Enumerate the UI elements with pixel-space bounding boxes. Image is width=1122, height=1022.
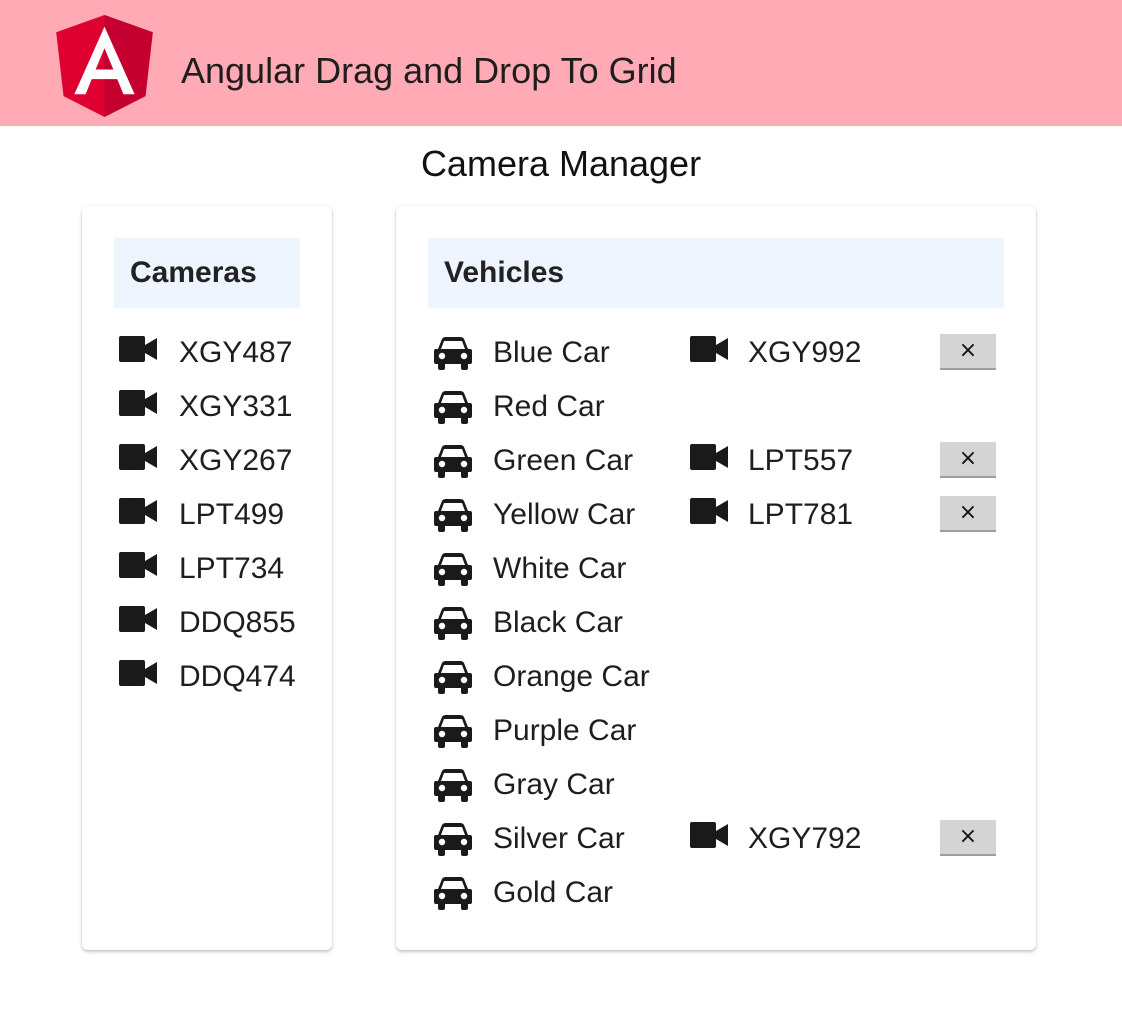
assigned-camera-label: XGY792	[748, 822, 862, 855]
car-icon	[433, 444, 473, 478]
camera-item[interactable]: DDQ474	[119, 650, 296, 704]
assigned-camera-label: LPT557	[748, 444, 854, 477]
camera-item[interactable]: XGY331	[119, 380, 292, 434]
vehicle-label: Red Car	[493, 390, 605, 423]
app-title: Angular Drag and Drop To Grid	[181, 50, 677, 91]
vehicle-item[interactable]: Yellow Car	[433, 488, 635, 542]
vehicle-label: Gold Car	[493, 876, 614, 909]
assigned-camera[interactable]: XGY992	[690, 326, 861, 380]
video-camera-icon	[119, 552, 157, 578]
video-camera-icon	[119, 606, 157, 632]
video-camera-icon	[119, 660, 157, 686]
camera-label: DDQ474	[179, 660, 296, 693]
video-camera-icon	[690, 822, 728, 848]
car-icon	[433, 498, 473, 532]
vehicle-item[interactable]: Orange Car	[433, 650, 650, 704]
video-camera-icon	[119, 444, 157, 470]
camera-label: DDQ855	[179, 606, 296, 639]
video-camera-icon	[690, 336, 728, 362]
remove-camera-button[interactable]: ×	[940, 334, 996, 370]
car-icon	[433, 714, 473, 748]
vehicles-panel: Vehicles Blue Car XGY992 × Red Car Green Car…	[396, 206, 1036, 950]
car-icon	[433, 660, 473, 694]
vehicles-heading: Vehicles	[428, 238, 1004, 308]
vehicle-item[interactable]: Gold Car	[433, 866, 613, 920]
vehicle-item[interactable]: Gray Car	[433, 758, 615, 812]
vehicle-item[interactable]: Green Car	[433, 434, 633, 488]
car-icon	[433, 390, 473, 424]
vehicle-label: Black Car	[493, 606, 624, 639]
car-icon	[433, 768, 473, 802]
vehicle-label: White Car	[493, 552, 627, 585]
remove-camera-button[interactable]: ×	[940, 442, 996, 478]
video-camera-icon	[119, 498, 157, 524]
camera-label: LPT734	[179, 552, 285, 585]
car-icon	[433, 336, 473, 370]
vehicle-label: Green Car	[493, 444, 634, 477]
car-icon	[433, 606, 473, 640]
video-camera-icon	[119, 390, 157, 416]
vehicle-item[interactable]: White Car	[433, 542, 626, 596]
assigned-camera-label: XGY992	[748, 336, 862, 369]
page-title: Camera Manager	[420, 143, 702, 184]
vehicle-item[interactable]: Blue Car	[433, 326, 610, 380]
vehicle-label: Gray Car	[493, 768, 615, 801]
vehicle-label: Purple Car	[493, 714, 637, 747]
vehicle-item[interactable]: Red Car	[433, 380, 605, 434]
car-icon	[433, 552, 473, 586]
camera-item[interactable]: XGY487	[119, 326, 292, 380]
angular-logo-icon	[56, 15, 153, 117]
assigned-camera-label: LPT781	[748, 498, 854, 531]
camera-item[interactable]: LPT499	[119, 488, 284, 542]
camera-label: XGY487	[179, 336, 293, 369]
assigned-camera[interactable]: LPT781	[690, 488, 853, 542]
vehicle-label: Blue Car	[493, 336, 610, 369]
vehicle-item[interactable]: Silver Car	[433, 812, 625, 866]
assigned-camera[interactable]: XGY792	[690, 812, 861, 866]
video-camera-icon	[119, 336, 157, 362]
remove-camera-button[interactable]: ×	[940, 496, 996, 532]
video-camera-icon	[690, 498, 728, 524]
camera-item[interactable]: DDQ855	[119, 596, 296, 650]
camera-label: LPT499	[179, 498, 285, 531]
vehicle-item[interactable]: Purple Car	[433, 704, 636, 758]
camera-label: XGY331	[179, 390, 293, 423]
cameras-heading: Cameras	[114, 238, 300, 308]
remove-camera-button[interactable]: ×	[940, 820, 996, 856]
video-camera-icon	[690, 444, 728, 470]
vehicle-label: Silver Car	[493, 822, 625, 855]
assigned-camera[interactable]: LPT557	[690, 434, 853, 488]
vehicle-item[interactable]: Black Car	[433, 596, 623, 650]
car-icon	[433, 822, 473, 856]
camera-item[interactable]: LPT734	[119, 542, 284, 596]
camera-item[interactable]: XGY267	[119, 434, 292, 488]
car-icon	[433, 876, 473, 910]
camera-label: XGY267	[179, 444, 293, 477]
app-header: Angular Drag and Drop To Grid	[0, 0, 1122, 126]
cameras-panel: Cameras XGY487 XGY331 XGY267 LPT499 LPT734 DD…	[82, 206, 332, 950]
vehicle-label: Orange Car	[493, 660, 650, 693]
vehicle-label: Yellow Car	[493, 498, 636, 531]
